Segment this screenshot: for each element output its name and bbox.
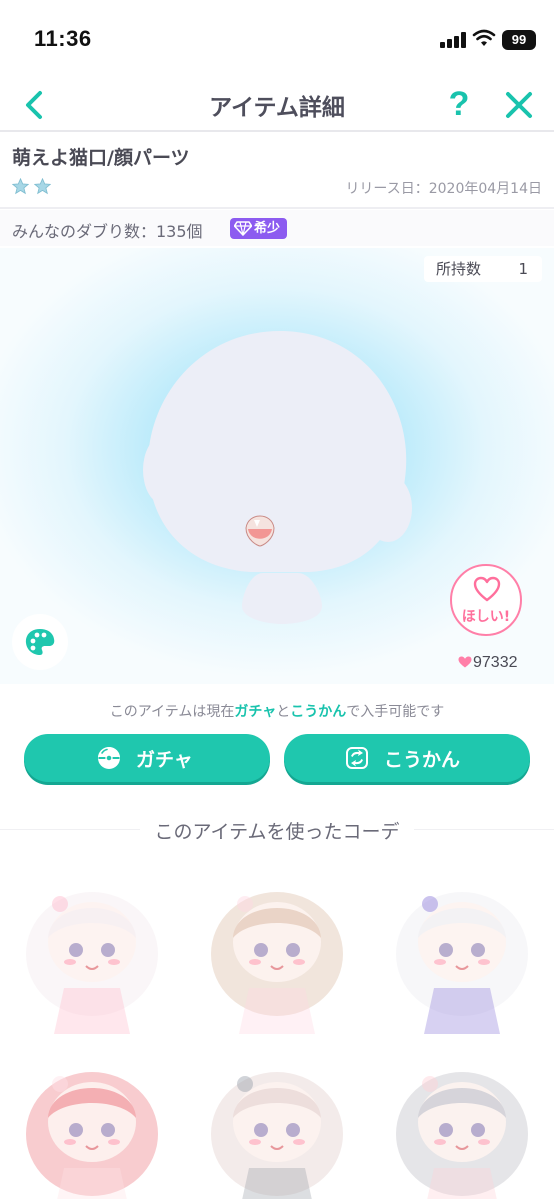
availability-suffix: で入手可能です bbox=[346, 704, 445, 720]
palette-icon bbox=[25, 629, 55, 655]
trade-button[interactable]: こうかん bbox=[284, 734, 530, 782]
trade-button-label: こうかん bbox=[384, 749, 461, 771]
heart-icon bbox=[473, 576, 501, 602]
likes-value: 97332 bbox=[473, 654, 518, 671]
status-time: 11:36 bbox=[34, 26, 92, 51]
rarity-stars bbox=[12, 178, 52, 198]
help-icon[interactable]: ? bbox=[444, 84, 474, 124]
availability-and: と bbox=[276, 704, 291, 720]
gem-icon bbox=[234, 221, 252, 236]
likes-count: 97332 bbox=[458, 654, 518, 672]
twin-tail-avatar bbox=[26, 892, 158, 1034]
owned-label: 所持数 bbox=[436, 260, 482, 278]
nav-bar: アイテム詳細 ? bbox=[0, 80, 554, 132]
coordinate-thumbnail[interactable] bbox=[0, 858, 184, 1038]
star-icon bbox=[12, 178, 29, 195]
availability-prefix: このアイテムは現在 bbox=[109, 704, 235, 720]
exchange-icon bbox=[346, 747, 368, 769]
avatar-face-preview bbox=[143, 331, 412, 624]
signal-icon bbox=[440, 32, 466, 48]
gacha-capsule-icon bbox=[98, 747, 120, 769]
rare-badge: 希少 bbox=[230, 218, 287, 239]
release-date: リリース日：2020年04月14日 bbox=[345, 181, 542, 197]
syringe-avatar bbox=[396, 892, 528, 1034]
coordinates-section-title: このアイテムを使ったコーデ bbox=[0, 817, 554, 844]
owned-count-box: 所持数 1 bbox=[424, 256, 542, 282]
crown-avatar bbox=[211, 892, 343, 1034]
beret-avatar bbox=[211, 1072, 343, 1199]
coordinate-thumbnail[interactable] bbox=[370, 858, 554, 1038]
gacha-button[interactable]: ガチャ bbox=[24, 734, 270, 782]
star-icon bbox=[34, 178, 52, 195]
duplicate-count: みんなのダブり数：135個 bbox=[12, 222, 203, 241]
availability-trade: こうかん bbox=[290, 704, 347, 720]
item-name: 萌えよ猫口/顔パーツ bbox=[12, 147, 190, 169]
coordinate-thumbnail[interactable] bbox=[0, 1038, 184, 1199]
heart-icon bbox=[458, 656, 472, 668]
coordinates-section-title-text: このアイテムを使ったコーデ bbox=[140, 821, 414, 843]
wifi-icon bbox=[472, 29, 496, 46]
coordinate-thumbnail[interactable] bbox=[185, 1038, 369, 1199]
want-button[interactable]: ほしい! bbox=[450, 564, 522, 636]
owned-count: 1 bbox=[518, 260, 528, 278]
want-label: ほしい! bbox=[461, 609, 511, 625]
rare-badge-label: 希少 bbox=[254, 221, 281, 236]
availability-text: このアイテムは現在ガチャとこうかんで入手可能です bbox=[0, 701, 554, 721]
coordinate-thumbnail[interactable] bbox=[185, 858, 369, 1038]
cat-ear-avatar bbox=[396, 1072, 528, 1199]
coordinate-thumbnail[interactable] bbox=[370, 1038, 554, 1199]
availability-gacha: ガチャ bbox=[234, 704, 277, 720]
duplicate-count-row: みんなのダブり数：135個 希少 bbox=[0, 210, 554, 246]
cat-hood-avatar bbox=[26, 1072, 158, 1199]
gacha-button-label: ガチャ bbox=[136, 749, 193, 771]
coordinates-grid bbox=[0, 858, 554, 1199]
battery-icon: 99 bbox=[502, 30, 536, 50]
divider bbox=[0, 207, 554, 209]
item-preview: 所持数 1 ほしい! 97332 bbox=[0, 248, 554, 684]
close-icon[interactable] bbox=[502, 88, 536, 122]
status-bar: 11:36 99 bbox=[0, 0, 554, 80]
palette-button[interactable] bbox=[12, 614, 68, 670]
